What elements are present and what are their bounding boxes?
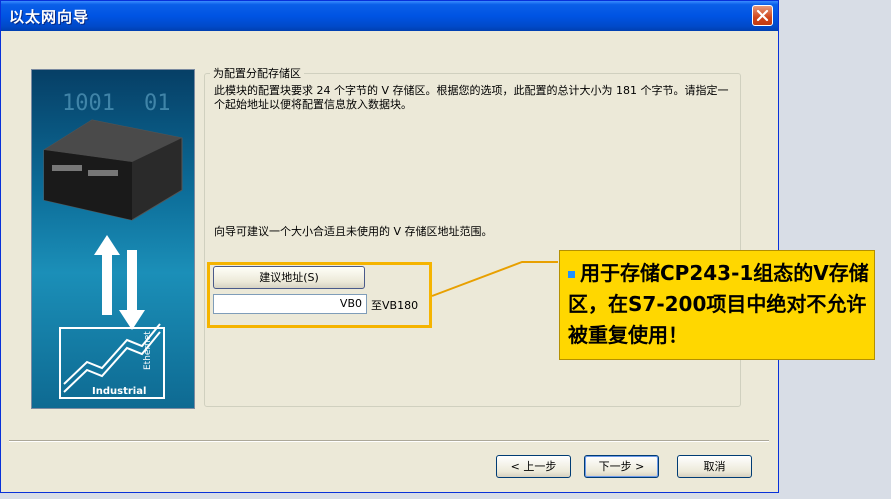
bullet-icon bbox=[568, 271, 575, 278]
callout-line bbox=[431, 261, 558, 297]
callout-message: 用于存储CP243-1组态的V存储区，在S7-200项目中绝对不允许被重复使用！ bbox=[568, 261, 869, 347]
callout-text: 用于存储CP243-1组态的V存储区，在S7-200项目中绝对不允许被重复使用！ bbox=[568, 258, 873, 351]
